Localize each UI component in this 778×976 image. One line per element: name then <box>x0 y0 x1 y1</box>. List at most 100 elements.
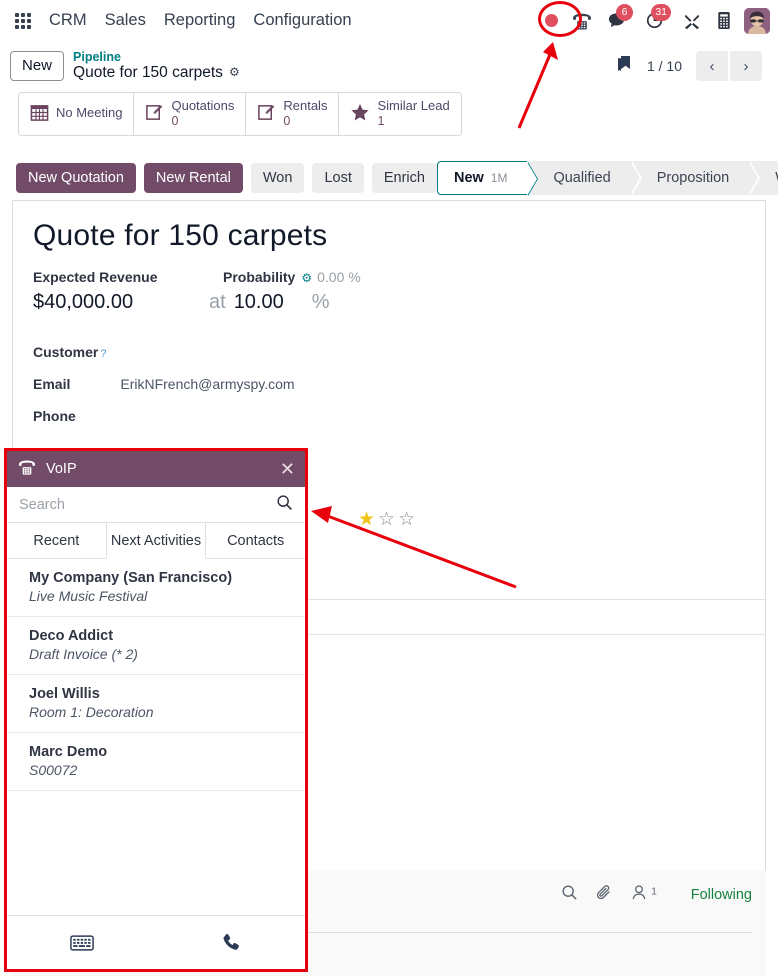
smart-button-rentals[interactable]: Rentals 0 <box>246 93 339 134</box>
pager: 1 / 10 ‹ › <box>616 51 768 81</box>
star-3-icon[interactable]: ☆ <box>398 509 418 530</box>
smart-button-quotations-value: 0 <box>171 114 234 128</box>
list-item[interactable]: Deco Addict Draft Invoice (* 2) <box>7 617 305 675</box>
search-icon[interactable] <box>561 884 578 906</box>
smart-button-meeting-label: No Meeting <box>56 106 122 121</box>
stage-pipeline: New 1M Qualified Proposition Won <box>437 161 778 195</box>
systray: 6 31 <box>545 5 778 37</box>
smart-button-bar: No Meeting Quotations 0 <box>18 92 462 135</box>
percent-sign: % <box>312 291 330 314</box>
bookmark-icon[interactable] <box>616 55 633 78</box>
voip-tab-next-activities[interactable]: Next Activities <box>106 523 207 559</box>
revenue-probability-labels: Expected Revenue Probability ⚙ 0.00 % <box>33 269 765 285</box>
chevron-left-icon[interactable]: ‹ <box>696 51 728 81</box>
chatter-icon-group: 1 Following <box>561 884 752 906</box>
stage-proposition[interactable]: Proposition <box>631 161 750 195</box>
voip-tab-recent[interactable]: Recent <box>7 523 106 558</box>
voip-tab-contacts[interactable]: Contacts <box>206 523 305 558</box>
nav-menu-configuration[interactable]: Configuration <box>244 11 360 30</box>
list-item[interactable]: My Company (San Francisco) Live Music Fe… <box>7 559 305 617</box>
messages-icon[interactable]: 6 <box>600 5 632 37</box>
email-row: Email ErikNFrench@armyspy.com <box>33 376 765 392</box>
list-item[interactable]: Marc Demo S00072 <box>7 733 305 791</box>
email-label: Email <box>33 376 70 392</box>
close-icon[interactable]: ✕ <box>280 460 295 478</box>
stage-new-sub: 1M <box>491 171 508 185</box>
nav-brand-crm[interactable]: CRM <box>40 11 96 30</box>
voip-phone-icon <box>17 458 37 481</box>
smart-button-rentals-label: Rentals <box>283 99 327 114</box>
following-status[interactable]: Following <box>691 887 752 903</box>
user-avatar[interactable] <box>744 8 770 34</box>
smart-button-rentals-value: 0 <box>283 114 327 128</box>
won-button[interactable]: Won <box>251 163 305 193</box>
apps-grid-icon[interactable] <box>10 13 36 29</box>
new-rental-button[interactable]: New Rental <box>144 163 243 193</box>
search-icon[interactable] <box>276 494 293 515</box>
nav-menu-sales[interactable]: Sales <box>96 11 155 30</box>
voip-panel: VoIP ✕ Recent Next Activities Contacts M… <box>4 448 308 972</box>
list-item-subtitle: S00072 <box>29 762 291 778</box>
probability-gear-icon[interactable]: ⚙ <box>301 271 312 285</box>
new-quotation-button[interactable]: New Quotation <box>16 163 136 193</box>
top-navbar: CRM Sales Reporting Configuration <box>0 0 778 42</box>
list-item-name: Deco Addict <box>29 628 291 644</box>
mobile-icon[interactable] <box>708 5 740 37</box>
smart-button-meeting[interactable]: No Meeting <box>19 93 134 134</box>
smart-button-similar-lead-label: Similar Lead <box>377 99 449 114</box>
enrich-button[interactable]: Enrich <box>372 163 437 193</box>
stage-qualified[interactable]: Qualified <box>527 161 630 195</box>
voip-phone-icon[interactable] <box>566 5 598 37</box>
voip-activity-list: My Company (San Francisco) Live Music Fe… <box>7 559 305 915</box>
stage-qualified-label: Qualified <box>553 170 610 186</box>
chevron-right-icon[interactable]: › <box>730 51 762 81</box>
expected-revenue-label: Expected Revenue <box>33 269 223 285</box>
customer-label: Customer <box>33 344 98 360</box>
voip-tabs: Recent Next Activities Contacts <box>7 523 305 559</box>
breadcrumb-current: Quote for 150 carpets ⚙ <box>73 64 240 82</box>
priority-stars[interactable]: ★☆☆ <box>358 508 418 531</box>
phone-handset-icon[interactable] <box>156 932 305 954</box>
status-bar: New Quotation New Rental Won Lost Enrich… <box>0 152 778 204</box>
paperclip-icon[interactable] <box>596 884 613 906</box>
breadcrumb-current-label: Quote for 150 carpets <box>73 64 223 82</box>
activities-clock-icon[interactable]: 31 <box>638 5 670 37</box>
breadcrumb-parent-pipeline[interactable]: Pipeline <box>73 50 240 64</box>
follower-icon[interactable]: 1 <box>631 884 657 906</box>
smart-button-similar-lead[interactable]: Similar Lead 1 <box>339 93 460 134</box>
customer-help-icon[interactable]: ? <box>100 348 106 360</box>
list-item-subtitle: Draft Invoice (* 2) <box>29 646 291 662</box>
nav-menu-reporting[interactable]: Reporting <box>155 11 245 30</box>
lost-button[interactable]: Lost <box>312 163 363 193</box>
list-item-subtitle: Live Music Festival <box>29 588 291 604</box>
rental-icon <box>257 103 276 125</box>
smart-button-quotations[interactable]: Quotations 0 <box>134 93 246 134</box>
keypad-icon[interactable] <box>7 934 156 952</box>
gear-icon[interactable]: ⚙ <box>229 66 240 80</box>
record-dot-icon[interactable] <box>545 14 558 27</box>
probability-value[interactable]: 10.00 <box>234 291 284 314</box>
customer-row: Customer ? <box>33 344 765 360</box>
stage-new[interactable]: New 1M <box>437 161 528 195</box>
followers-count: 1 <box>651 887 657 898</box>
star-icon <box>350 103 370 125</box>
voip-search-input[interactable] <box>19 497 276 513</box>
email-value[interactable]: ErikNFrench@armyspy.com <box>120 376 294 392</box>
star-1-icon[interactable]: ★ <box>358 509 378 530</box>
expected-revenue-value[interactable]: $40,000.00 <box>33 291 209 314</box>
form-fields: Expected Revenue Probability ⚙ 0.00 % $4… <box>13 253 765 424</box>
new-record-button[interactable]: New <box>10 51 64 81</box>
pager-buttons: ‹ › <box>696 51 762 81</box>
activities-badge: 31 <box>651 4 671 21</box>
quotation-icon <box>145 103 164 125</box>
debug-tools-icon[interactable] <box>676 5 708 37</box>
stage-proposition-label: Proposition <box>657 170 730 186</box>
phone-row: Phone <box>33 408 765 424</box>
star-2-icon[interactable]: ☆ <box>378 509 398 530</box>
list-item[interactable]: Joel Willis Room 1: Decoration <box>7 675 305 733</box>
list-item-name: My Company (San Francisco) <box>29 570 291 586</box>
phone-label: Phone <box>33 408 76 424</box>
breadcrumb-row: New Pipeline Quote for 150 carpets ⚙ 1 /… <box>0 42 778 82</box>
voip-search-bar <box>7 487 305 523</box>
voip-header: VoIP ✕ <box>7 451 305 487</box>
